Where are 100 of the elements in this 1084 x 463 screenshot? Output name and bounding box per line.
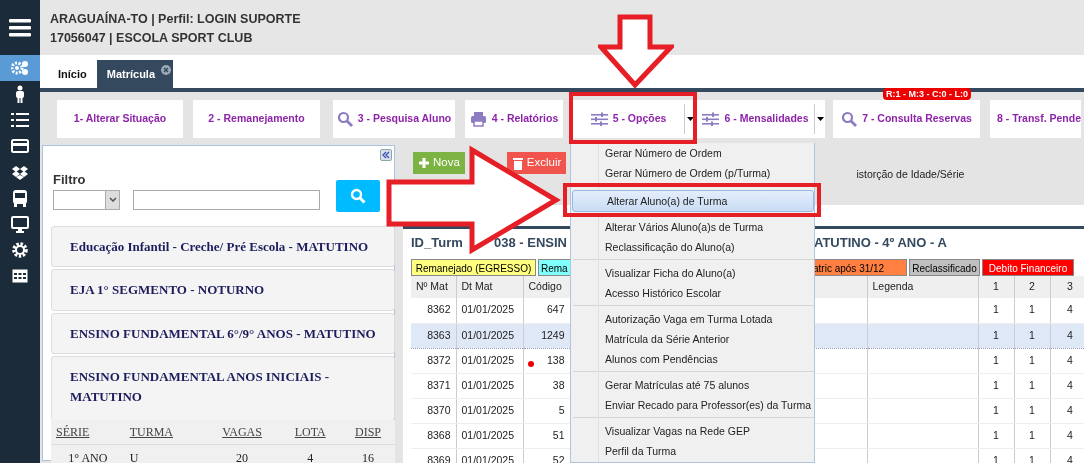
toolbar-button[interactable]: 3 - Pesquisa Aluno [333,100,455,138]
filter-label: Filtro [53,171,87,189]
tab[interactable]: Início [48,60,97,88]
menu-item[interactable]: Gerar Número de Ordem (p/Turma) [571,163,814,183]
menu-item[interactable]: Enviar Recado para Professor(es) da Turma [571,395,814,415]
table-cell: 01/01/2025 [461,403,515,416]
option-label: istorção de Idade/Série [856,167,965,182]
table-cell: 1 [993,428,999,441]
table-cell: 01/01/2025 [461,303,515,316]
legend-tag: Debito Financeiro [982,259,1074,276]
table-cell: 1 [993,328,999,341]
menu-item[interactable]: Visualizar Vagas na Rede GEP [571,421,814,441]
column-header[interactable]: SÉRIE [51,420,125,445]
plus-icon [418,157,430,169]
menu-item[interactable]: Gerar Matrículas até 75 alunos [571,375,814,395]
table-cell: 1249 [541,328,565,341]
table-cell: 01/01/2025 [461,453,515,463]
header-text: ARAGUAÍNA-TO | Perfil: LOGIN SUPORTE [50,10,302,28]
count-badge: R:1 - M:3 - C:0 - L:0 [883,88,971,100]
table-cell: 8362 [427,303,451,316]
table-cell: 1 [1029,353,1035,366]
table-cell: 8369 [427,453,451,463]
bus-icon[interactable] [12,189,28,207]
table-cell: 01/01/2025 [461,428,515,441]
table-cell: 1 [993,353,999,366]
toolbar-button[interactable]: 7 - Consulta Reservas [833,100,980,138]
column-header[interactable]: Dt Mat [456,276,523,298]
table-cell: 20 [204,444,280,463]
class-title: ID_Turm [411,234,464,252]
settings-icon[interactable] [12,242,28,258]
column-header[interactable]: 1 [978,276,1014,298]
menu-item[interactable]: Acesso Histórico Escolar [571,283,814,303]
list-icon[interactable] [11,112,29,128]
column-header[interactable]: VAGAS [204,420,280,445]
menu-item[interactable]: Alterar Vários Aluno(a)s de Turma [571,217,814,237]
menu-item[interactable]: Alunos com Pendências [571,349,814,369]
column-header[interactable]: Código [523,276,570,298]
collapse-icon[interactable] [380,149,392,161]
accordion-header[interactable]: ENSINO FUNDAMENTAL 6°/9° ANOS - MATUTINO [51,312,395,354]
table-cell: 51 [552,428,565,441]
table-cell: U [124,444,205,463]
column-header[interactable]: TURMA [124,420,205,445]
table-cell: 38 [552,378,565,391]
monitor-icon[interactable] [11,215,29,233]
gears-icon[interactable] [11,60,29,76]
class-title: 038 - ENSIN [494,234,568,252]
column-header[interactable]: 3 [1050,276,1084,298]
person-icon[interactable] [15,85,25,103]
table-cell: 1 [1029,378,1035,391]
table-cell: 1 [993,403,999,416]
table-cell: 647 [546,303,565,316]
table-cell: 4 [1067,453,1073,463]
accordion-header[interactable]: EJA 1° SEGMENTO - NOTURNO [51,269,395,311]
toolbar-button[interactable]: 1- Alterar Situação [57,100,183,138]
table-cell: 8372 [427,353,451,366]
table-cell: 1 [1029,403,1035,416]
accordion-header[interactable]: ENSINO FUNDAMENTAL ANOS INICIAIS - MATUTINO [51,356,395,420]
table-cell: 4 [1067,353,1073,366]
chevron-icon [108,197,117,202]
accordion-header[interactable]: Educação Infantil - Creche/ Pré Escola - MATUTINO [51,225,395,267]
menu-item[interactable]: Reclassificação do Aluno(a) [571,237,814,257]
table-cell: 4 [1067,428,1073,441]
menu-item[interactable]: Autorização Vaga em Turma Lotada [571,309,814,329]
grid-icon[interactable] [12,269,28,283]
column-header[interactable]: DISP [340,420,395,445]
table-cell: 1 [1029,453,1035,463]
column-header[interactable]: 2 [1014,276,1050,298]
menu-item[interactable]: Gerar Número de Ordem [571,143,814,163]
table-cell: 8371 [427,378,451,391]
table-cell: 1 [993,453,999,463]
column-header[interactable]: Nº Mat [411,276,456,298]
table-cell: 1° ANO [51,444,125,463]
table-cell: 1 [1029,328,1035,341]
table-cell: 138 [546,353,565,366]
legend-tag: Reclassificado [909,259,980,276]
header-text: 17056047 | ESCOLA SPORT CLUB [50,30,254,47]
sliders-icon [702,112,720,126]
card-icon[interactable] [11,139,29,153]
search-icon [350,187,366,204]
table-cell: 52 [552,453,565,463]
menu-icon[interactable] [9,18,31,37]
table-cell: 4 [1067,378,1073,391]
table-cell: 1 [1029,428,1035,441]
table-cell: 1 [993,378,999,391]
table-cell: 1 [1029,303,1035,316]
toolbar-button[interactable]: 2 - Remanejamento [193,100,320,138]
table-cell: 01/01/2025 [461,353,515,366]
menu-item[interactable]: Alterar Aluno(a) de Turma [572,190,814,212]
box-icon[interactable] [11,164,29,180]
filter-input[interactable] [133,189,320,210]
table-cell: 01/01/2025 [461,378,515,391]
column-header[interactable]: Legenda [867,276,978,298]
toolbar-button[interactable]: 8 - Transf. Pende [990,100,1082,138]
search-icon [336,111,353,127]
printer-icon [469,111,487,127]
toolbar-button[interactable]: 4 - Relatórios [465,100,563,138]
table-cell: 4 [1067,403,1073,416]
table-cell: 4 [1067,303,1073,316]
menu-item[interactable]: Perfil da Turma [571,441,814,461]
column-header[interactable]: LOTA [279,420,341,445]
